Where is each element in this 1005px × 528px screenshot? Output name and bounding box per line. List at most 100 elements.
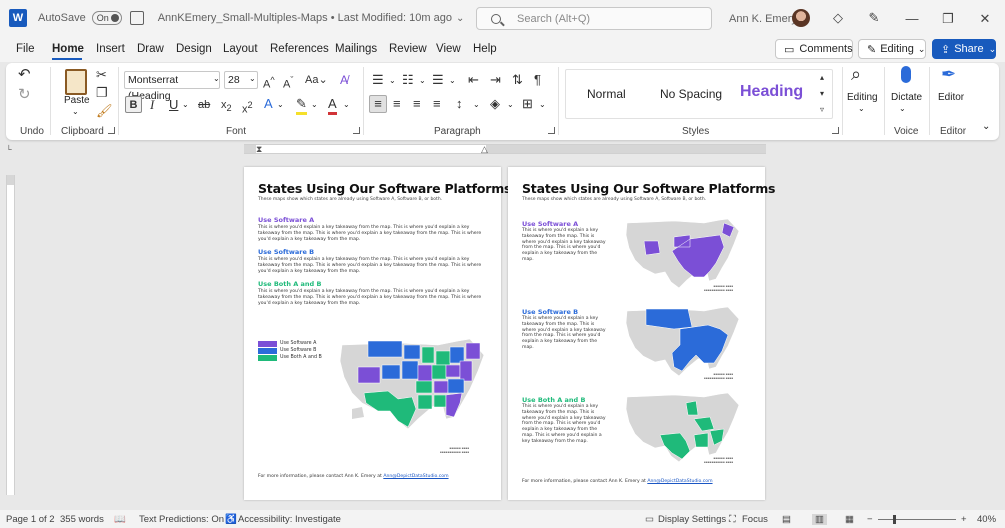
- tab-selector-icon[interactable]: └: [6, 145, 12, 154]
- diamond-icon[interactable]: ◇: [831, 11, 845, 25]
- footer-email-link[interactable]: Ann@DepictDataStudio.com: [383, 474, 448, 479]
- cut-icon[interactable]: ✂: [96, 67, 107, 83]
- section-text[interactable]: This is where you'd explain a key takeaw…: [522, 228, 606, 263]
- superscript-button[interactable]: x2: [242, 97, 253, 118]
- align-center-icon[interactable]: ≡: [393, 96, 401, 112]
- avatar[interactable]: [792, 9, 810, 27]
- shrink-font-icon[interactable]: Aˇ: [283, 72, 293, 93]
- page-subtitle[interactable]: These maps show which states are already…: [258, 197, 442, 202]
- page-count[interactable]: Page 1 of 2: [6, 514, 55, 525]
- tab-help[interactable]: Help: [473, 43, 497, 55]
- proofing-icon[interactable]: 📖: [114, 514, 126, 525]
- tab-layout[interactable]: Layout: [223, 43, 258, 55]
- us-map-software-b[interactable]: [624, 305, 742, 377]
- paste-icon[interactable]: [65, 69, 87, 95]
- chevron-down-icon[interactable]: ⌄: [389, 76, 396, 85]
- editor-label[interactable]: Editor: [938, 92, 964, 103]
- copy-icon[interactable]: ❐: [96, 85, 108, 101]
- styles-launcher-icon[interactable]: [832, 127, 839, 134]
- dictate-label[interactable]: Dictate: [891, 92, 922, 103]
- zoom-slider[interactable]: [878, 519, 956, 520]
- styles-more-icon[interactable]: ▿: [820, 102, 824, 118]
- section-heading-both[interactable]: Use Both A and B: [522, 396, 585, 404]
- collapse-ribbon-icon[interactable]: ⌄: [982, 121, 990, 132]
- highlight-icon[interactable]: ✎: [296, 96, 307, 115]
- chevron-down-icon[interactable]: ⌄: [72, 107, 79, 116]
- focus-button[interactable]: Focus: [742, 514, 768, 525]
- zoom-slider-thumb[interactable]: [893, 515, 896, 524]
- chevron-down-icon[interactable]: ⌄: [456, 13, 464, 24]
- chevron-down-icon[interactable]: ⌄: [449, 76, 456, 85]
- editor-pen-icon[interactable]: ✒: [941, 65, 956, 83]
- footer-email-link[interactable]: Ann@DepictDataStudio.com: [647, 479, 712, 484]
- footer-contact[interactable]: For more information, please contact Ann…: [258, 474, 449, 479]
- focus-icon[interactable]: ⛶: [729, 514, 736, 525]
- show-marks-icon[interactable]: ¶: [534, 72, 541, 88]
- section-heading-software-b[interactable]: Use Software B: [522, 308, 578, 316]
- paste-label[interactable]: Paste: [64, 95, 90, 106]
- justify-icon[interactable]: ≡: [433, 96, 441, 112]
- style-no-spacing[interactable]: No Spacing: [660, 87, 722, 101]
- chevron-down-icon[interactable]: ⌄: [539, 100, 546, 109]
- section-heading-both[interactable]: Use Both A and B: [258, 280, 321, 288]
- chevron-down-icon[interactable]: ⌄: [899, 104, 906, 113]
- tab-file[interactable]: File: [16, 43, 35, 55]
- chevron-down-icon[interactable]: ⌄: [182, 100, 189, 109]
- undo-icon[interactable]: ↶: [18, 67, 31, 83]
- style-normal[interactable]: Normal: [587, 87, 626, 101]
- font-name-select[interactable]: Montserrat (Heading: [124, 71, 220, 102]
- strikethrough-button[interactable]: ab: [198, 97, 210, 113]
- restore-icon[interactable]: ❐: [941, 11, 955, 27]
- styles-scroll-up-icon[interactable]: ▴: [820, 70, 824, 86]
- tab-home[interactable]: Home: [52, 43, 84, 55]
- increase-indent-icon[interactable]: ⇥: [490, 72, 501, 88]
- underline-button[interactable]: U: [169, 97, 178, 113]
- find-icon[interactable]: ⌕: [851, 65, 861, 83]
- page-title[interactable]: States Using Our Software Platforms: [258, 181, 511, 196]
- section-text[interactable]: This is where you'd explain a key takeaw…: [258, 225, 484, 242]
- horizontal-ruler[interactable]: ⧗ △: [244, 144, 766, 154]
- subscript-button[interactable]: x2: [221, 97, 232, 116]
- sort-icon[interactable]: ⇅: [512, 72, 523, 88]
- zoom-in-icon[interactable]: +: [961, 514, 967, 525]
- comments-button[interactable]: ▭ Comments: [775, 39, 853, 59]
- document-page-1[interactable]: States Using Our Software Platforms Thes…: [244, 167, 511, 500]
- editing-mode-button[interactable]: ✎ Editing ⌄: [858, 39, 926, 59]
- text-predictions-status[interactable]: Text Predictions: On: [139, 514, 224, 525]
- text-effects-icon[interactable]: A: [264, 96, 273, 112]
- chevron-down-icon[interactable]: ⌄: [213, 74, 220, 83]
- font-launcher-icon[interactable]: [353, 127, 360, 134]
- style-heading[interactable]: Heading: [740, 83, 803, 101]
- align-right-icon[interactable]: ≡: [413, 96, 421, 112]
- minimize-icon[interactable]: —: [905, 11, 919, 26]
- section-text[interactable]: This is where you'd explain a key takeaw…: [522, 404, 606, 445]
- chevron-down-icon[interactable]: ⌄: [311, 100, 318, 109]
- page-title[interactable]: States Using Our Software Platforms: [522, 181, 775, 196]
- tab-draw[interactable]: Draw: [137, 43, 164, 55]
- tab-insert[interactable]: Insert: [96, 43, 125, 55]
- us-map-both[interactable]: [624, 391, 742, 463]
- read-mode-icon[interactable]: ▤: [782, 514, 791, 525]
- autosave-toggle[interactable]: On: [91, 11, 122, 25]
- bullets-icon[interactable]: ☰: [372, 72, 384, 88]
- word-count[interactable]: 355 words: [60, 514, 104, 525]
- document-title[interactable]: AnnKEmery_Small-Multiples-Maps • Last Mo…: [158, 12, 452, 24]
- footer-contact[interactable]: For more information, please contact Ann…: [522, 479, 713, 484]
- font-color-icon[interactable]: A: [328, 96, 337, 115]
- chevron-down-icon[interactable]: ⌄: [507, 100, 514, 109]
- italic-button[interactable]: I: [150, 97, 154, 113]
- redo-icon[interactable]: ↻: [18, 87, 31, 103]
- align-left-button[interactable]: ≡: [369, 95, 387, 113]
- chevron-down-icon[interactable]: ⌄: [343, 100, 350, 109]
- search-input[interactable]: Search (Alt+Q): [476, 7, 712, 30]
- borders-icon[interactable]: ⊞: [522, 96, 533, 112]
- bold-button[interactable]: B: [125, 96, 142, 113]
- decrease-indent-icon[interactable]: ⇤: [468, 72, 479, 88]
- display-settings-icon[interactable]: ▭: [645, 514, 654, 525]
- chevron-down-icon[interactable]: ⌄: [249, 74, 256, 83]
- zoom-out-icon[interactable]: −: [867, 514, 873, 525]
- editing-label[interactable]: Editing: [847, 92, 878, 103]
- section-text[interactable]: This is where you'd explain a key takeaw…: [258, 257, 484, 274]
- tab-view[interactable]: View: [436, 43, 461, 55]
- chevron-down-icon[interactable]: ⌄: [858, 104, 865, 113]
